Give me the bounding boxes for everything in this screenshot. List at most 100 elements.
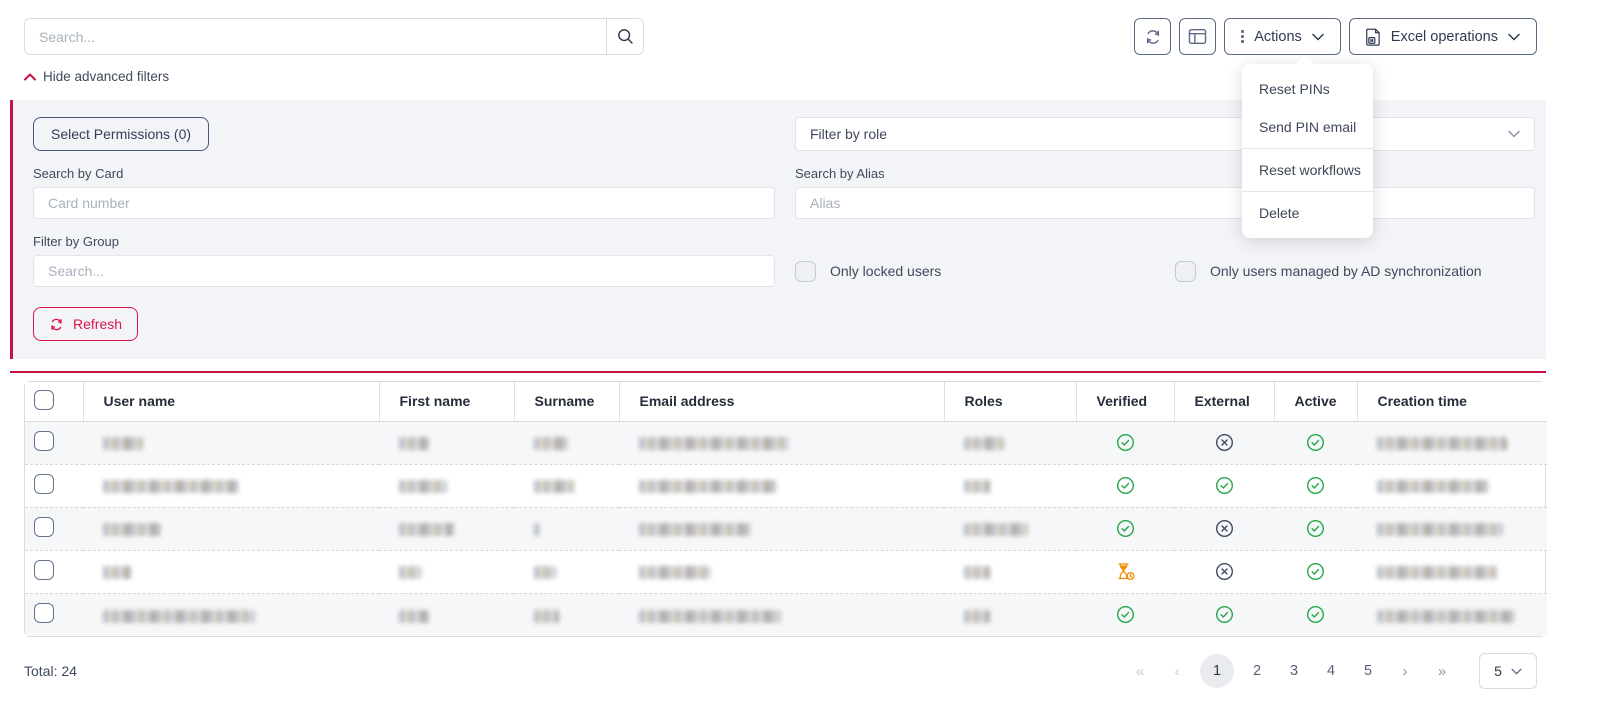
toolbar-actions: Actions Excel operations [1134,18,1537,55]
column-header-first-name: First name [379,382,514,421]
actions-menu-item-delete[interactable]: Delete [1242,194,1373,232]
cell-first-name [379,593,514,636]
redacted-text [1377,480,1489,493]
cell-verified [1076,507,1174,550]
check-circle-icon [1116,519,1135,538]
check-circle-icon [1215,476,1234,495]
filter-by-role-value: Filter by role [810,126,887,142]
cell-verified [1076,421,1174,464]
check-circle-icon [1306,433,1325,452]
topbar: Actions Excel operations [0,0,1617,55]
cell-active [1274,421,1357,464]
pagination: « ‹ 12345 › » 5 [1126,653,1537,689]
page-number-4[interactable]: 4 [1317,657,1345,685]
refresh-table-button[interactable] [1134,18,1171,55]
redacted-text [1377,523,1503,536]
refresh-button[interactable]: Refresh [33,307,138,341]
redacted-text [103,480,238,493]
pagination-next-button[interactable]: › [1391,657,1419,685]
row-checkbox[interactable] [34,431,54,451]
pagination-last-button[interactable]: » [1428,657,1456,685]
select-permissions-button[interactable]: Select Permissions (0) [33,117,209,151]
redacted-text [103,437,143,450]
cell-active [1274,550,1357,593]
actions-dropdown-menu: Reset PINsSend PIN email Reset workflows D… [1242,64,1373,238]
pagination-first-button[interactable]: « [1126,657,1154,685]
row-checkbox[interactable] [34,560,54,580]
cell-email [619,421,944,464]
cell-first-name [379,421,514,464]
cell-active [1274,593,1357,636]
page-number-1[interactable]: 1 [1200,654,1234,688]
cell-roles [944,421,1076,464]
row-checkbox[interactable] [34,474,54,494]
cell-external [1174,421,1274,464]
group-search-input[interactable] [33,255,775,287]
cell-user-name [83,464,379,507]
table-row [25,507,1547,550]
row-checkbox[interactable] [34,517,54,537]
column-header-active: Active [1274,382,1357,421]
x-circle-icon [1215,562,1234,581]
redacted-text [399,437,429,450]
cell-surname [514,507,619,550]
pagination-prev-button[interactable]: ‹ [1163,657,1191,685]
column-settings-button[interactable] [1179,18,1216,55]
column-header-roles: Roles [944,382,1076,421]
cell-external [1174,593,1274,636]
filters-bottom-divider [10,371,1546,373]
card-number-input[interactable] [33,187,775,219]
users-table: User nameFirst nameSurnameEmail addressR… [24,381,1546,637]
cell-creation-time [1357,464,1547,507]
redacted-text [964,480,990,493]
search-button[interactable] [606,19,643,54]
check-circle-icon [1116,476,1135,495]
cell-external [1174,507,1274,550]
row-checkbox[interactable] [34,603,54,623]
only-locked-users-checkbox[interactable] [795,261,816,282]
filter-by-role-select[interactable]: Filter by role [795,117,1535,151]
only-ad-managed-checkbox[interactable] [1175,261,1196,282]
cell-user-name [83,421,379,464]
x-circle-icon [1215,433,1234,452]
select-all-checkbox[interactable] [34,390,54,410]
page-number-2[interactable]: 2 [1243,657,1271,685]
table-row [25,421,1547,464]
cell-roles [944,464,1076,507]
x-circle-icon [1215,519,1234,538]
cell-email [619,464,944,507]
check-circle-icon [1306,519,1325,538]
column-header-verified: Verified [1076,382,1174,421]
caret-up-icon [24,73,36,81]
table-header-row: User nameFirst nameSurnameEmail addressR… [25,382,1547,421]
redacted-text [534,566,556,579]
cell-user-name [83,507,379,550]
cell-creation-time [1357,507,1547,550]
only-locked-users-label: Only locked users [830,263,941,279]
actions-menu-item-reset-workflows[interactable]: Reset workflows [1242,151,1373,189]
redacted-text [399,480,447,493]
page-size-select[interactable]: 5 [1479,653,1537,689]
search-by-alias-label: Search by Alias [795,166,1535,181]
cell-creation-time [1357,593,1547,636]
hide-advanced-filters-toggle[interactable]: Hide advanced filters [24,69,169,84]
redacted-text [103,566,131,579]
page-number-5[interactable]: 5 [1354,657,1382,685]
redacted-text [964,437,1004,450]
excel-operations-button[interactable]: Excel operations [1349,18,1537,55]
kebab-dots-icon [1241,30,1244,43]
refresh-icon [49,317,64,332]
actions-menu-item-send-pin-email[interactable]: Send PIN email [1242,108,1373,146]
cell-first-name [379,507,514,550]
check-circle-icon [1116,605,1135,624]
search-input[interactable] [25,19,606,54]
cell-surname [514,550,619,593]
actions-menu-item-reset-pins[interactable]: Reset PINs [1242,70,1373,108]
actions-button[interactable]: Actions [1224,18,1341,55]
redacted-text [964,610,990,623]
cell-active [1274,507,1357,550]
page-number-3[interactable]: 3 [1280,657,1308,685]
search-by-card-label: Search by Card [33,166,775,181]
redacted-text [639,480,777,493]
alias-input[interactable] [795,187,1535,219]
